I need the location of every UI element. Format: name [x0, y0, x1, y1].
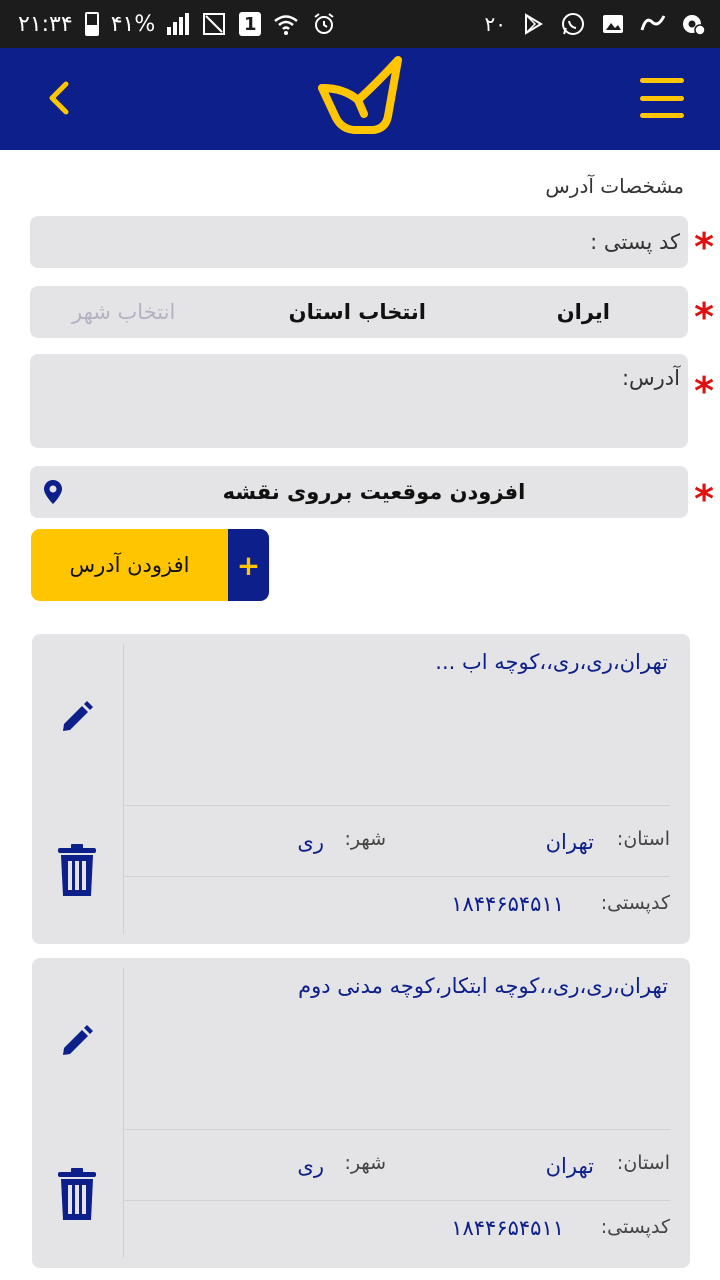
required-mark: *	[694, 369, 714, 413]
gallery-icon	[600, 11, 626, 37]
province-label: استان:	[616, 828, 670, 850]
required-mark: *	[694, 295, 714, 339]
trash-icon[interactable]	[58, 1168, 96, 1220]
edit-icon[interactable]	[60, 700, 94, 734]
address-field[interactable]: آدرس:	[30, 354, 688, 448]
plus-icon: +	[228, 529, 269, 601]
hamburger-menu-icon[interactable]	[640, 76, 684, 120]
chevron-left-icon	[49, 81, 69, 115]
province-select[interactable]: انتخاب استان	[289, 300, 426, 324]
add-address-button[interactable]: افزودن آدرس +	[31, 529, 269, 601]
city-label: شهر:	[344, 1152, 386, 1174]
app-icon	[640, 11, 666, 37]
wifi-icon	[273, 11, 299, 37]
card-divider	[123, 805, 670, 806]
province-label: استان:	[616, 1152, 670, 1174]
postal-code-value: ۱۸۴۴۶۵۴۵۱۱	[451, 1216, 564, 1240]
signal-icon	[167, 13, 190, 35]
address-text: تهران،ری،ری،،کوچه ابتکار،کوچه مدنی دوم	[298, 974, 668, 998]
map-button-label: افزودن موقعیت برروی نقشه	[222, 480, 526, 504]
postal-code-field[interactable]: کد پستی :	[30, 216, 688, 268]
card-divider	[123, 968, 124, 1258]
country-select[interactable]: ایران	[557, 300, 610, 324]
city-value: ری	[297, 1154, 324, 1178]
required-mark: *	[694, 225, 714, 269]
card-divider	[123, 876, 670, 877]
status-bar: ۲۱:۳۴ ۴۱% 1 ۲۰	[0, 0, 720, 48]
settings-notification-icon	[680, 11, 706, 37]
trash-icon[interactable]	[58, 844, 96, 896]
alarm-icon	[311, 11, 337, 37]
battery-percent: ۴۱%	[110, 11, 156, 37]
edit-icon[interactable]	[60, 1024, 94, 1058]
location-select-row: ایران انتخاب استان انتخاب شهر	[30, 286, 688, 338]
status-bar-right: ۲۰	[485, 10, 706, 38]
province-value: تهران	[545, 830, 594, 854]
postal-code-label: کدپستی:	[600, 1216, 670, 1238]
status-bar-left: ۲۱:۳۴ ۴۱% 1	[18, 10, 337, 38]
postal-code-label: کد پستی :	[590, 230, 680, 254]
postal-code-label: کدپستی:	[600, 892, 670, 914]
sim-badge: 1	[239, 12, 262, 36]
clock: ۲۱:۳۴	[18, 11, 73, 37]
postal-code-value: ۱۸۴۴۶۵۴۵۱۱	[451, 892, 564, 916]
city-select[interactable]: انتخاب شهر	[72, 300, 175, 324]
province-value: تهران	[545, 1154, 594, 1178]
address-card: تهران،ری،ری،،کوچه اب ... استان: تهران شه…	[32, 634, 690, 944]
card-divider	[123, 1129, 670, 1130]
whatsapp-icon	[560, 11, 586, 37]
address-card: تهران،ری،ری،،کوچه ابتکار،کوچه مدنی دوم ا…	[32, 958, 690, 1268]
address-label: آدرس:	[621, 366, 680, 390]
city-value: ری	[297, 830, 324, 854]
play-store-icon	[520, 11, 546, 37]
battery-icon	[84, 12, 99, 36]
app-bar	[0, 48, 720, 150]
card-divider	[123, 1200, 670, 1201]
add-map-location-button[interactable]: افزودن موقعیت برروی نقشه	[30, 466, 688, 518]
notification-count: ۲۰	[484, 12, 506, 36]
back-button[interactable]	[38, 76, 82, 120]
city-label: شهر:	[344, 828, 386, 850]
address-text: تهران،ری،ری،،کوچه اب ...	[435, 650, 668, 674]
add-address-label: افزودن آدرس	[31, 529, 228, 601]
post-logo-icon	[314, 56, 404, 140]
required-mark: *	[694, 477, 714, 521]
section-title: مشخصات آدرس	[545, 174, 684, 198]
card-divider	[123, 644, 124, 934]
no-signal-sim-icon	[201, 11, 227, 37]
